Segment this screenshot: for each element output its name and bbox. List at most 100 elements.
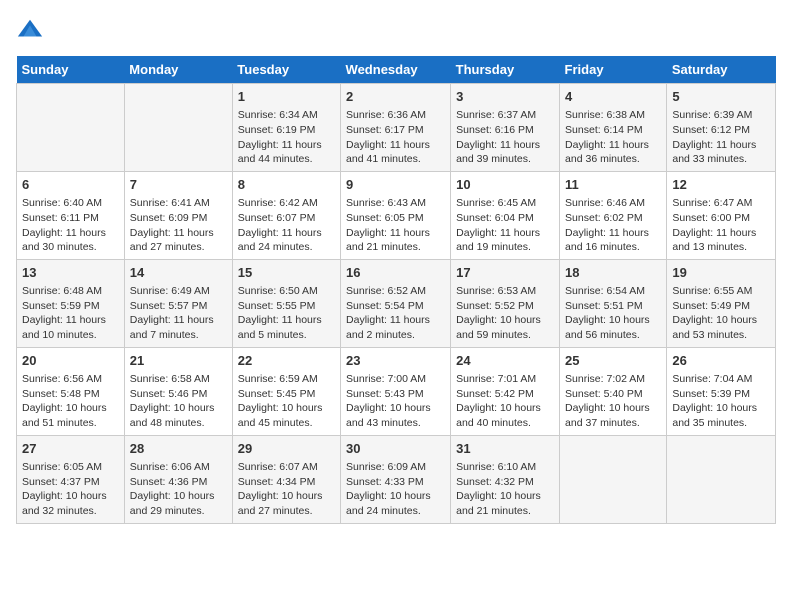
- calendar-cell: 27Sunrise: 6:05 AMSunset: 4:37 PMDayligh…: [17, 435, 125, 523]
- cell-info: Sunset: 5:42 PM: [456, 387, 554, 402]
- calendar-cell: 6Sunrise: 6:40 AMSunset: 6:11 PMDaylight…: [17, 171, 125, 259]
- cell-info: Daylight: 11 hours and 10 minutes.: [22, 313, 119, 342]
- calendar-cell: 13Sunrise: 6:48 AMSunset: 5:59 PMDayligh…: [17, 259, 125, 347]
- day-number: 1: [238, 88, 335, 106]
- calendar-cell: 17Sunrise: 6:53 AMSunset: 5:52 PMDayligh…: [451, 259, 560, 347]
- calendar-cell: 7Sunrise: 6:41 AMSunset: 6:09 PMDaylight…: [124, 171, 232, 259]
- day-number: 31: [456, 440, 554, 458]
- cell-info: Sunset: 4:34 PM: [238, 475, 335, 490]
- cell-info: Sunrise: 6:10 AM: [456, 460, 554, 475]
- week-row-1: 1 Sunrise: 6:34 AMSunset: 6:19 PM Daylight…: [17, 84, 776, 172]
- cell-info: Sunrise: 6:06 AM: [130, 460, 227, 475]
- calendar-cell: 28Sunrise: 6:06 AMSunset: 4:36 PMDayligh…: [124, 435, 232, 523]
- cell-info: Daylight: 10 hours and 56 minutes.: [565, 313, 661, 342]
- day-number: 24: [456, 352, 554, 370]
- cell-info: Sunset: 5:48 PM: [22, 387, 119, 402]
- cell-info: Daylight: 11 hours and 33 minutes.: [672, 138, 770, 167]
- day-number: 5: [672, 88, 770, 106]
- cell-info: Sunrise: 6:58 AM: [130, 372, 227, 387]
- cell-info: Daylight: 10 hours and 21 minutes.: [456, 489, 554, 518]
- calendar-cell: [17, 84, 125, 172]
- cell-info: Daylight: 10 hours and 43 minutes.: [346, 401, 445, 430]
- week-row-3: 13Sunrise: 6:48 AMSunset: 5:59 PMDayligh…: [17, 259, 776, 347]
- calendar-cell: 19Sunrise: 6:55 AMSunset: 5:49 PMDayligh…: [667, 259, 776, 347]
- day-number: 9: [346, 176, 445, 194]
- cell-info: Daylight: 11 hours and 19 minutes.: [456, 226, 554, 255]
- cell-info: Sunset: 6:12 PM: [672, 123, 770, 138]
- calendar-cell: 14Sunrise: 6:49 AMSunset: 5:57 PMDayligh…: [124, 259, 232, 347]
- logo-icon: [16, 16, 44, 44]
- col-header-wednesday: Wednesday: [341, 56, 451, 84]
- cell-info: Sunset: 5:52 PM: [456, 299, 554, 314]
- cell-info: Sunset: 6:19 PM: [238, 123, 335, 138]
- cell-info: Sunrise: 6:36 AM: [346, 108, 445, 123]
- week-row-5: 27Sunrise: 6:05 AMSunset: 4:37 PMDayligh…: [17, 435, 776, 523]
- cell-info: Sunset: 5:51 PM: [565, 299, 661, 314]
- day-number: 11: [565, 176, 661, 194]
- calendar-cell: 3Sunrise: 6:37 AMSunset: 6:16 PMDaylight…: [451, 84, 560, 172]
- calendar-cell: [560, 435, 667, 523]
- day-number: 2: [346, 88, 445, 106]
- calendar-cell: 24Sunrise: 7:01 AMSunset: 5:42 PMDayligh…: [451, 347, 560, 435]
- calendar-cell: 31 Sunrise: 6:10 AMSunset: 4:32 PMDayligh…: [451, 435, 560, 523]
- cell-info: Sunset: 6:07 PM: [238, 211, 335, 226]
- cell-info: Sunset: 6:00 PM: [672, 211, 770, 226]
- day-number: 10: [456, 176, 554, 194]
- day-number: 19: [672, 264, 770, 282]
- header-row: SundayMondayTuesdayWednesdayThursdayFrid…: [17, 56, 776, 84]
- cell-info: Sunset: 6:17 PM: [346, 123, 445, 138]
- calendar-cell: 8Sunrise: 6:42 AMSunset: 6:07 PMDaylight…: [232, 171, 340, 259]
- day-number: 17: [456, 264, 554, 282]
- calendar-cell: 15Sunrise: 6:50 AMSunset: 5:55 PMDayligh…: [232, 259, 340, 347]
- cell-info: Sunrise: 6:45 AM: [456, 196, 554, 211]
- cell-info: Sunrise: 6:34 AM: [238, 108, 335, 123]
- cell-info: Sunrise: 6:07 AM: [238, 460, 335, 475]
- calendar-cell: 5Sunrise: 6:39 AMSunset: 6:12 PMDaylight…: [667, 84, 776, 172]
- cell-info: Daylight: 10 hours and 37 minutes.: [565, 401, 661, 430]
- cell-info: Sunrise: 6:09 AM: [346, 460, 445, 475]
- cell-info: Sunset: 5:43 PM: [346, 387, 445, 402]
- cell-info: Sunset: 6:11 PM: [22, 211, 119, 226]
- day-number: 6: [22, 176, 119, 194]
- cell-info: Sunset: 4:36 PM: [130, 475, 227, 490]
- day-number: 3: [456, 88, 554, 106]
- day-number: 21: [130, 352, 227, 370]
- day-number: 13: [22, 264, 119, 282]
- day-number: 4: [565, 88, 661, 106]
- cell-info: Sunset: 4:32 PM: [456, 475, 554, 490]
- calendar-cell: 22Sunrise: 6:59 AMSunset: 5:45 PMDayligh…: [232, 347, 340, 435]
- cell-info: Daylight: 11 hours and 16 minutes.: [565, 226, 661, 255]
- cell-info: Sunrise: 6:42 AM: [238, 196, 335, 211]
- cell-info: Daylight: 11 hours and 24 minutes.: [238, 226, 335, 255]
- cell-info: Daylight: 11 hours and 27 minutes.: [130, 226, 227, 255]
- day-number: 28: [130, 440, 227, 458]
- calendar-cell: 2Sunrise: 6:36 AMSunset: 6:17 PMDaylight…: [341, 84, 451, 172]
- cell-info: Daylight: 11 hours and 7 minutes.: [130, 313, 227, 342]
- week-row-4: 20Sunrise: 6:56 AMSunset: 5:48 PMDayligh…: [17, 347, 776, 435]
- cell-info: Daylight: 11 hours and 39 minutes.: [456, 138, 554, 167]
- day-number: 15: [238, 264, 335, 282]
- cell-info: Sunset: 6:14 PM: [565, 123, 661, 138]
- calendar-cell: 25Sunrise: 7:02 AMSunset: 5:40 PMDayligh…: [560, 347, 667, 435]
- day-number: 25: [565, 352, 661, 370]
- cell-info: Sunset: 5:45 PM: [238, 387, 335, 402]
- cell-info: Daylight: 10 hours and 35 minutes.: [672, 401, 770, 430]
- day-number: 20: [22, 352, 119, 370]
- day-number: 30: [346, 440, 445, 458]
- cell-info: Sunrise: 7:04 AM: [672, 372, 770, 387]
- cell-info: Sunrise: 7:02 AM: [565, 372, 661, 387]
- calendar-cell: 18Sunrise: 6:54 AMSunset: 5:51 PMDayligh…: [560, 259, 667, 347]
- cell-info: Sunrise: 6:38 AM: [565, 108, 661, 123]
- calendar-cell: 26Sunrise: 7:04 AMSunset: 5:39 PMDayligh…: [667, 347, 776, 435]
- cell-info: Sunset: 5:39 PM: [672, 387, 770, 402]
- day-number: 18: [565, 264, 661, 282]
- cell-info: Sunset: 6:04 PM: [456, 211, 554, 226]
- cell-info: Sunset: 5:59 PM: [22, 299, 119, 314]
- cell-info: Daylight: 10 hours and 51 minutes.: [22, 401, 119, 430]
- cell-info: Sunrise: 6:41 AM: [130, 196, 227, 211]
- day-number: 29: [238, 440, 335, 458]
- col-header-tuesday: Tuesday: [232, 56, 340, 84]
- col-header-thursday: Thursday: [451, 56, 560, 84]
- col-header-friday: Friday: [560, 56, 667, 84]
- cell-info: Sunrise: 6:59 AM: [238, 372, 335, 387]
